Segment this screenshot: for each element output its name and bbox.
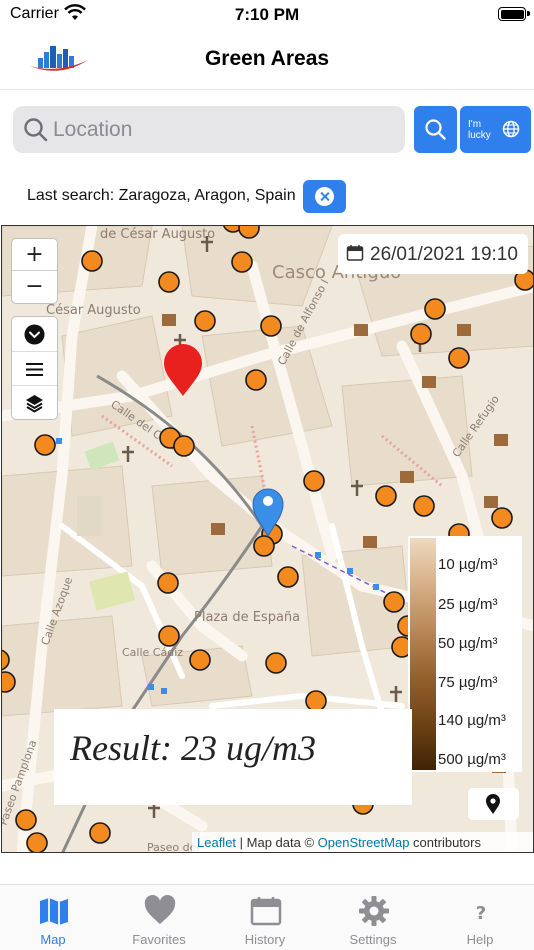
question-icon: ? xyxy=(476,903,486,924)
nav-bar: Green Areas xyxy=(0,30,534,90)
tab-label: Help xyxy=(466,932,494,947)
legend-label: 500 µg/m³ xyxy=(438,751,506,768)
last-search-label: Last search: Zaragoza, Aragon, Spain xyxy=(27,187,296,204)
date-value: 26/01/2021 19:10 xyxy=(370,244,518,265)
attribution-suffix: contributors xyxy=(409,835,481,850)
calendar-icon xyxy=(346,245,364,261)
layers-icon xyxy=(26,395,43,413)
calendar-icon xyxy=(250,897,282,926)
legend-label: 25 µg/m³ xyxy=(438,596,498,613)
globe-icon xyxy=(502,120,520,138)
legend-label: 50 µg/m³ xyxy=(438,635,498,652)
zoom-control: + − xyxy=(11,238,58,304)
tab-label: Settings xyxy=(349,932,397,947)
zoom-in-button[interactable]: + xyxy=(12,239,57,271)
clear-icon xyxy=(315,187,334,206)
tab-label: Map xyxy=(40,932,66,947)
legend-label: 75 µg/m³ xyxy=(438,674,498,691)
date-picker[interactable]: 26/01/2021 19:10 xyxy=(338,234,528,274)
locate-me-button[interactable] xyxy=(468,788,519,820)
clear-search-button[interactable] xyxy=(303,180,346,213)
svg-text:?: ? xyxy=(476,903,486,924)
result-value: Result: 23 ug/m3 xyxy=(70,728,316,768)
search-button[interactable] xyxy=(414,106,457,153)
location-pin-icon xyxy=(486,794,500,814)
search-field[interactable] xyxy=(13,106,405,153)
leaflet-link[interactable]: Leaflet xyxy=(197,835,236,850)
im-lucky-button[interactable]: I'm lucky xyxy=(460,106,531,153)
gear-icon xyxy=(359,896,389,926)
tab-help[interactable]: ? Help xyxy=(427,885,533,950)
result-panel: Result: 23 ug/m3 xyxy=(54,709,412,805)
layers-button[interactable] xyxy=(12,385,57,419)
map-view[interactable]: de César Augusto Casco Antiguo César Aug… xyxy=(1,225,534,853)
legend-gradient xyxy=(410,538,436,770)
map-tools-control xyxy=(11,316,58,420)
openstreetmap-link[interactable]: OpenStreetMap xyxy=(318,835,410,850)
search-location-pin xyxy=(164,344,202,396)
zoom-out-button[interactable]: − xyxy=(12,271,57,303)
battery-icon xyxy=(498,7,530,21)
tab-favorites[interactable]: Favorites xyxy=(106,885,212,950)
clock: 7:10 PM xyxy=(234,5,300,24)
tab-label: Favorites xyxy=(132,932,186,947)
tab-map[interactable]: Map xyxy=(0,885,106,950)
legend-label: 140 µg/m³ xyxy=(438,712,506,729)
attribution-separator: | Map data © xyxy=(236,835,318,850)
search-input[interactable] xyxy=(53,106,393,153)
menu-icon xyxy=(26,363,43,376)
collapse-button[interactable] xyxy=(12,317,57,351)
page-title: Green Areas xyxy=(204,47,330,70)
concentration-legend: 10 µg/m³ 25 µg/m³ 50 µg/m³ 75 µg/m³ 140 … xyxy=(408,536,522,772)
map-icon xyxy=(40,898,68,925)
tab-settings[interactable]: Settings xyxy=(320,885,426,950)
search-icon xyxy=(24,118,48,142)
heart-icon xyxy=(144,895,176,924)
im-lucky-label: I'm lucky xyxy=(468,119,491,141)
legend-label: 10 µg/m³ xyxy=(438,556,498,573)
status-bar: Carrier 7:10 PM xyxy=(0,0,534,30)
search-icon xyxy=(425,119,446,140)
menu-button[interactable] xyxy=(12,351,57,385)
map-attribution: Leaflet | Map data © OpenStreetMap contr… xyxy=(192,832,533,852)
chevron-down-icon xyxy=(24,324,45,345)
tab-label: History xyxy=(244,932,286,947)
tab-history[interactable]: History xyxy=(212,885,318,950)
tab-bar: Map Favorites History Settings ? Help xyxy=(0,884,534,950)
